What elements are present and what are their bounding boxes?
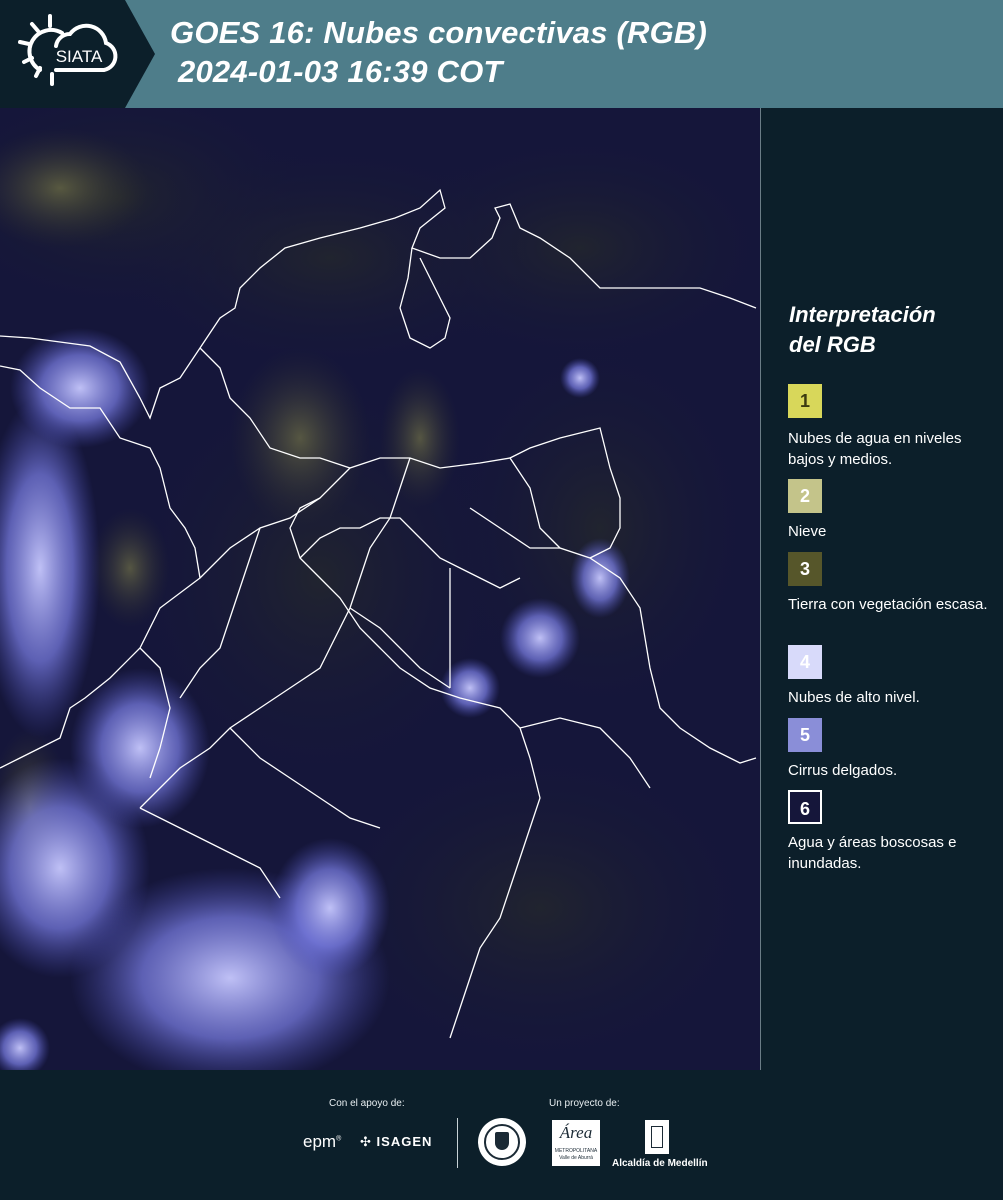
area-logo-line2: Valle de Aburrá [559,1155,593,1161]
area-logo-line1: METROPOLITANA [554,1148,598,1154]
footer: Con el apoyo de: Un proyecto de: epm® ✣ … [0,1070,1003,1200]
legend-label-2: Nieve [788,523,827,540]
legend-label-1: Nubes de agua en niveles bajos y medios. [788,430,962,468]
siata-logo: SIATA [18,14,118,86]
legend-label-4: Nubes de alto nivel. [788,689,920,706]
legend-swatch-4: 4 [788,645,822,679]
alcaldia-shield-icon [645,1120,669,1154]
area-metropolitana-logo: Área METROPOLITANA Valle de Aburrá [552,1120,600,1166]
footer-divider [457,1118,458,1168]
medellin-seal-icon [478,1118,526,1166]
area-logo-text: Área [559,1123,593,1142]
legend-swatch-3: 3 [788,552,822,586]
header-bar: SIATA GOES 16: Nubes convectivas (RGB) 2… [0,0,1003,108]
legend-swatch-1: 1 [788,384,822,418]
legend-label-3: Tierra con vegetación escasa. [788,596,988,613]
satellite-map [0,108,761,1070]
alcaldia-text: Alcaldía de Medellín [612,1158,708,1169]
epm-text: epm [303,1132,337,1151]
legend-label-6: Agua y áreas boscosas e inundadas. [788,834,957,872]
support-caption: Con el apoyo de: [329,1098,405,1109]
project-caption: Un proyecto de: [549,1098,620,1109]
legend-label-5: Cirrus delgados. [788,762,898,779]
page-title: GOES 16: Nubes convectivas (RGB) [170,15,708,50]
page-timestamp: 2024-01-03 16:39 COT [178,54,503,89]
isagen-text: ISAGEN [376,1134,433,1149]
epm-logo: epm® [303,1132,342,1151]
legend-swatch-5: 5 [788,718,822,752]
isagen-logo: ✣ ISAGEN [360,1134,432,1150]
legend-title-line1: Interpretación [789,302,936,327]
logo-panel: SIATA [0,0,155,108]
legend-title-line2: del RGB [789,332,876,357]
isagen-icon: ✣ [360,1134,372,1149]
legend-swatch-2: 2 [788,479,822,513]
legend-title: Interpretación del RGB [789,300,989,360]
logo-text: SIATA [56,47,103,66]
legend-swatch-6: 6 [788,790,822,824]
